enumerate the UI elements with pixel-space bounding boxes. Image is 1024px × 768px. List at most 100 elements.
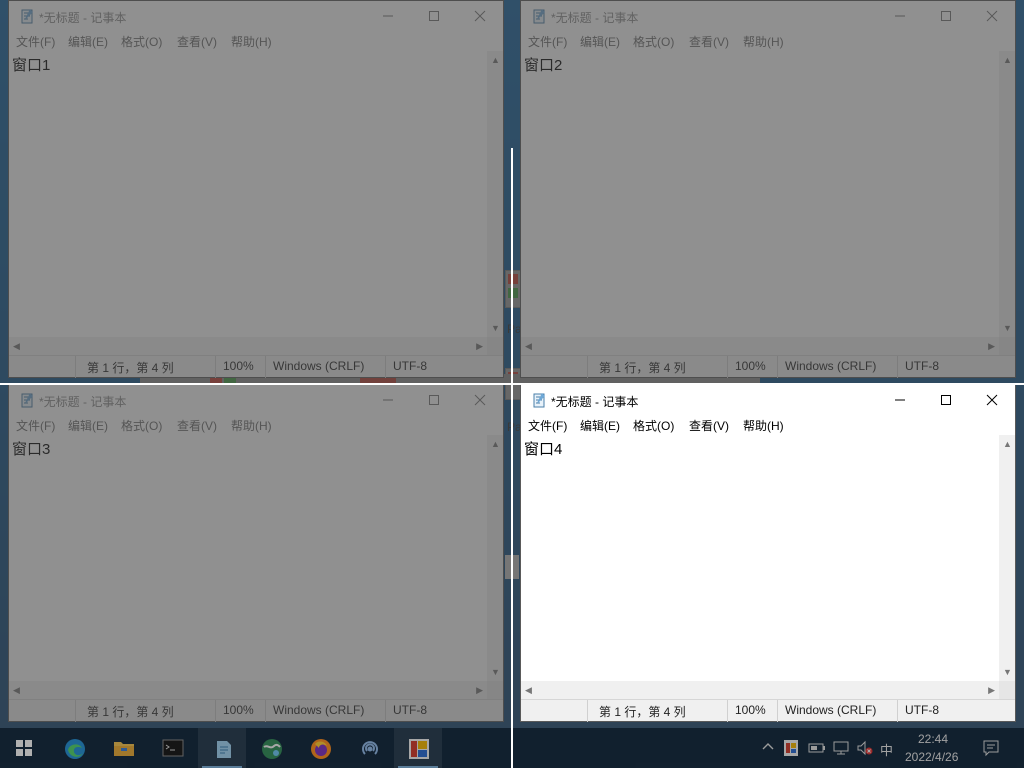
scroll-down-arrow-icon[interactable]: ▼ (1003, 667, 1012, 677)
title-bar[interactable]: *无标题 - 记事本 (9, 1, 503, 31)
cursor-position: 第 1 行，第 4 列 (599, 705, 686, 719)
background-app-icon-green (508, 288, 518, 298)
close-button[interactable] (457, 1, 503, 31)
title-bar[interactable]: *无标题 - 记事本 (9, 385, 503, 415)
vertical-scrollbar[interactable]: ▲ ▼ (487, 435, 503, 681)
scroll-up-arrow-icon[interactable]: ▲ (1003, 439, 1012, 449)
status-separator (777, 356, 778, 378)
window-title: *无标题 - 记事本 (551, 395, 639, 409)
scroll-right-arrow-icon[interactable]: ▶ (988, 685, 995, 695)
status-separator (587, 356, 588, 378)
text-editor-area[interactable]: 窗口2 (521, 51, 999, 337)
scroll-up-arrow-icon[interactable]: ▲ (491, 55, 500, 65)
editor-content[interactable]: 窗口2 (524, 54, 562, 75)
menu-item[interactable]: 帮助(H) (743, 33, 784, 50)
menu-item[interactable]: 查看(V) (177, 417, 217, 434)
menu-item[interactable]: 查看(V) (689, 417, 729, 434)
editor-content[interactable]: 窗口4 (524, 438, 562, 459)
scroll-right-arrow-icon[interactable]: ▶ (988, 341, 995, 351)
scrollbar-corner (999, 337, 1015, 355)
maximize-button[interactable] (411, 1, 457, 31)
zoom-level: 100% (735, 703, 766, 717)
menu-item[interactable]: 格式(O) (633, 417, 674, 434)
status-separator (215, 700, 216, 722)
notepad-window-4[interactable]: *无标题 - 记事本 文件(F) 编辑(E) 格式(O) 查看(V) 帮助(H) 窗口4 ▲ ▼… (520, 384, 1016, 722)
status-separator (897, 700, 898, 722)
scrollbar-corner (487, 337, 503, 355)
split-divider-horizontal[interactable] (0, 383, 1024, 385)
menu-item[interactable]: 查看(V) (689, 33, 729, 50)
scroll-left-arrow-icon[interactable]: ◀ (525, 685, 532, 695)
menu-item[interactable]: 文件(F) (16, 417, 55, 434)
menu-item[interactable]: 查看(V) (177, 33, 217, 50)
close-button[interactable] (457, 385, 503, 415)
scroll-right-arrow-icon[interactable]: ▶ (476, 685, 483, 695)
zoom-level: 100% (223, 359, 254, 373)
line-ending: Windows (CRLF) (785, 359, 877, 373)
editor-content[interactable]: 窗口1 (12, 54, 50, 75)
menu-item[interactable]: 编辑(E) (68, 33, 108, 50)
status-bar: 第 1 行，第 4 列 100% Windows (CRLF) UTF-8 (521, 699, 1015, 722)
vertical-scrollbar[interactable]: ▲ ▼ (999, 51, 1015, 337)
menu-item[interactable]: 帮助(H) (231, 417, 272, 434)
notepad-icon (19, 8, 35, 24)
horizontal-scrollbar[interactable]: ◀ ▶ (521, 337, 999, 355)
title-bar[interactable]: *无标题 - 记事本 (521, 1, 1015, 31)
scroll-left-arrow-icon[interactable]: ◀ (525, 341, 532, 351)
split-divider-vertical[interactable] (511, 148, 513, 768)
background-app-icon-red (508, 274, 518, 284)
notepad-window-2[interactable]: *无标题 - 记事本 文件(F) 编辑(E) 格式(O) 查看(V) 帮助(H) 窗口2 ▲ ▼… (520, 0, 1016, 378)
scroll-down-arrow-icon[interactable]: ▼ (1003, 323, 1012, 333)
scroll-up-arrow-icon[interactable]: ▲ (1003, 55, 1012, 65)
vertical-scrollbar[interactable]: ▲ ▼ (999, 435, 1015, 681)
minimize-button[interactable] (365, 1, 411, 31)
menu-item[interactable]: 编辑(E) (580, 33, 620, 50)
close-button[interactable] (969, 1, 1015, 31)
editor-content[interactable]: 窗口3 (12, 438, 50, 459)
minimize-button[interactable] (877, 1, 923, 31)
zoom-level: 100% (735, 359, 766, 373)
scroll-left-arrow-icon[interactable]: ◀ (13, 685, 20, 695)
status-separator (385, 700, 386, 722)
text-editor-area[interactable]: 窗口3 (9, 435, 487, 681)
maximize-button[interactable] (923, 1, 969, 31)
status-separator (727, 700, 728, 722)
scroll-up-arrow-icon[interactable]: ▲ (491, 439, 500, 449)
status-separator (587, 700, 588, 722)
menu-item[interactable]: 帮助(H) (231, 33, 272, 50)
notepad-icon (531, 8, 547, 24)
notepad-window-1[interactable]: *无标题 - 记事本 文件(F) 编辑(E) 格式(O) 查看(V) 帮助(H) 窗口1 ▲ ▼… (8, 0, 504, 378)
text-editor-area[interactable]: 窗口1 (9, 51, 487, 337)
close-button[interactable] (969, 385, 1015, 415)
menu-item[interactable]: 帮助(H) (743, 417, 784, 434)
menu-item[interactable]: 文件(F) (528, 33, 567, 50)
scroll-down-arrow-icon[interactable]: ▼ (491, 667, 500, 677)
menu-item[interactable]: 文件(F) (16, 33, 55, 50)
menu-bar: 文件(F) 编辑(E) 格式(O) 查看(V) 帮助(H) (521, 31, 1015, 51)
minimize-button[interactable] (877, 385, 923, 415)
horizontal-scrollbar[interactable]: ◀ ▶ (521, 681, 999, 699)
menu-item[interactable]: 格式(O) (121, 417, 162, 434)
scroll-right-arrow-icon[interactable]: ▶ (476, 341, 483, 351)
menu-item[interactable]: 格式(O) (121, 33, 162, 50)
menu-item[interactable]: 编辑(E) (580, 417, 620, 434)
window-title: *无标题 - 记事本 (551, 11, 639, 25)
notepad-window-3[interactable]: *无标题 - 记事本 文件(F) 编辑(E) 格式(O) 查看(V) 帮助(H) 窗口3 ▲ ▼… (8, 384, 504, 722)
menu-item[interactable]: 文件(F) (528, 417, 567, 434)
text-editor-area[interactable]: 窗口4 (521, 435, 999, 681)
minimize-button[interactable] (365, 385, 411, 415)
menu-bar: 文件(F) 编辑(E) 格式(O) 查看(V) 帮助(H) (9, 31, 503, 51)
menu-bar: 文件(F) 编辑(E) 格式(O) 查看(V) 帮助(H) (521, 415, 1015, 435)
menu-item[interactable]: 格式(O) (633, 33, 674, 50)
notepad-icon (531, 392, 547, 408)
scroll-down-arrow-icon[interactable]: ▼ (491, 323, 500, 333)
vertical-scrollbar[interactable]: ▲ ▼ (487, 51, 503, 337)
scroll-left-arrow-icon[interactable]: ◀ (13, 341, 20, 351)
horizontal-scrollbar[interactable]: ◀ ▶ (9, 681, 487, 699)
maximize-button[interactable] (923, 385, 969, 415)
status-separator (897, 356, 898, 378)
menu-item[interactable]: 编辑(E) (68, 417, 108, 434)
title-bar[interactable]: *无标题 - 记事本 (521, 385, 1015, 415)
horizontal-scrollbar[interactable]: ◀ ▶ (9, 337, 487, 355)
maximize-button[interactable] (411, 385, 457, 415)
